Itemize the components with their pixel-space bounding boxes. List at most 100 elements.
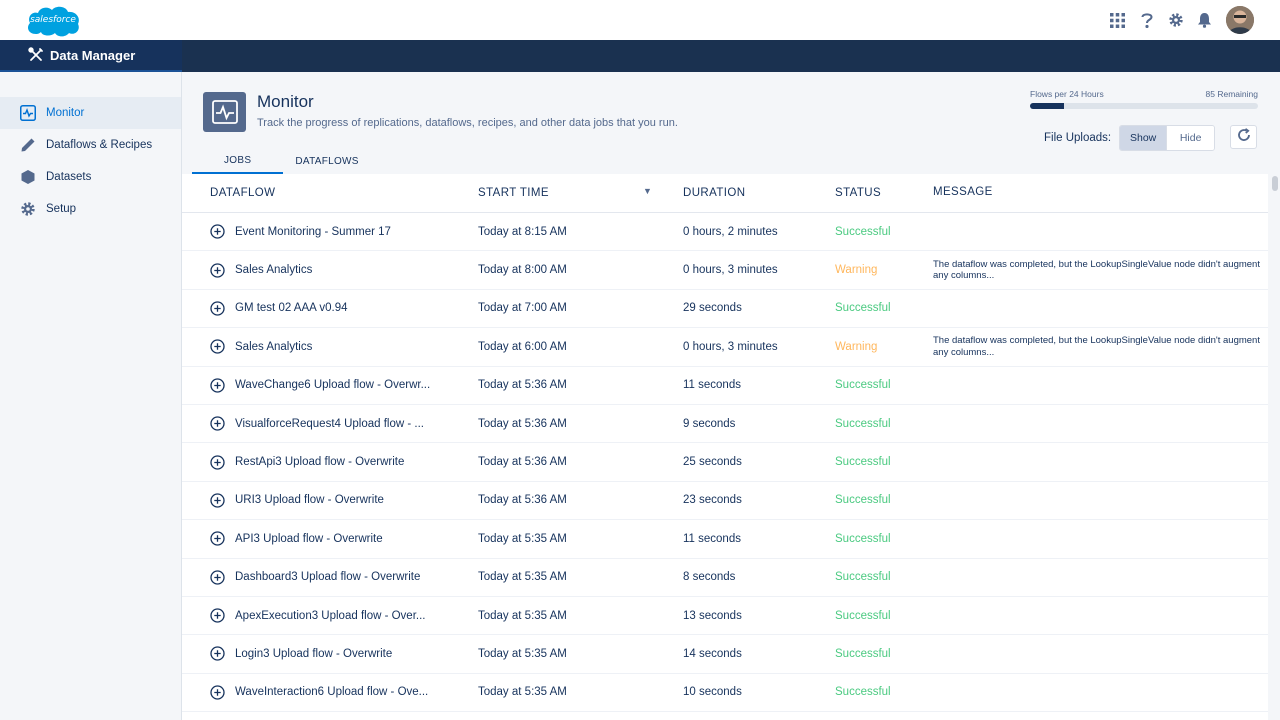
dataflow-name[interactable]: Login3 Upload flow - Overwrite [235, 648, 392, 660]
start-time-cell: Today at 5:35 AM [478, 647, 567, 660]
gear-icon [20, 201, 36, 217]
dataflow-name[interactable]: API3 Upload flow - Overwrite [235, 533, 383, 545]
status-cell: Successful [835, 456, 891, 469]
dataflow-name[interactable]: VisualforceRequest4 Upload flow - ... [235, 418, 424, 430]
dataflow-name[interactable]: GM test 02 AAA v0.94 [235, 302, 348, 314]
expand-icon[interactable] [210, 262, 225, 278]
dataflow-name[interactable]: Sales Analytics [235, 264, 312, 276]
expand-icon[interactable] [210, 224, 225, 239]
status-cell: Successful [835, 571, 891, 584]
dataflow-name[interactable]: RestApi3 Upload flow - Overwrite [235, 456, 404, 468]
table-row[interactable]: WaveChange6 Upload flow - Overwr... Today… [182, 367, 1268, 405]
table-row[interactable]: ApexExecution3 Upload flow - Over... Toda… [182, 597, 1268, 636]
app-switcher[interactable]: Data Manager [0, 40, 182, 72]
table-row[interactable]: Sales Analytics Today at 8:00 AM 0 hours, … [182, 251, 1268, 290]
table-row[interactable]: Login3 Upload flow - Overwrite Today at 5… [182, 635, 1268, 674]
status-cell: Successful [835, 494, 891, 507]
table-header: DATAFLOW START TIME ▼ DURATION STATUS ME… [182, 174, 1268, 213]
sidebar-item-dataflows-recipes[interactable]: Dataflows & Recipes [0, 129, 181, 161]
table-row[interactable]: Event Monitoring - Summer 17 Today at 8:1… [182, 213, 1268, 252]
sidebar-item-setup[interactable]: Setup [0, 193, 181, 225]
sidebar-item-monitor[interactable]: Monitor [0, 97, 181, 129]
expand-icon[interactable] [210, 570, 225, 585]
status-cell: Successful [835, 417, 891, 430]
table-row[interactable]: Dashboard3 Upload flow - Overwrite Today … [182, 559, 1268, 597]
column-header-message[interactable]: MESSAGE [933, 187, 1268, 199]
file-uploads-label: File Uploads: [1044, 132, 1112, 144]
dataflow-name[interactable]: URI3 Upload flow - Overwrite [235, 494, 384, 506]
column-header-dataflow[interactable]: DATAFLOW [182, 187, 478, 199]
app-launcher-icon[interactable] [1103, 5, 1132, 35]
refresh-button[interactable] [1230, 125, 1257, 149]
expand-icon[interactable] [210, 646, 225, 662]
start-time-cell: Today at 5:35 AM [478, 609, 567, 622]
table-row[interactable]: WaveInteraction6 Upload flow - Ove... Tod… [182, 674, 1268, 713]
sidebar-item-label: Monitor [46, 107, 85, 119]
gear-icon[interactable] [1161, 5, 1190, 35]
jobs-table: DATAFLOW START TIME ▼ DURATION STATUS ME… [182, 174, 1268, 720]
expand-icon[interactable] [210, 493, 225, 508]
dataflow-name[interactable]: ApexExecution3 Upload flow - Over... [235, 610, 426, 622]
table-row[interactable]: URI3 Upload flow - Overwrite Today at 5:3… [182, 482, 1268, 521]
quota-progress-fill [1030, 103, 1065, 109]
table-row[interactable]: RestApi3 Upload flow - Overwrite Today at… [182, 443, 1268, 482]
expand-icon[interactable] [210, 608, 225, 623]
show-button[interactable]: Show [1120, 126, 1168, 150]
status-cell: Successful [835, 225, 891, 238]
column-header-status[interactable]: STATUS [835, 187, 933, 199]
dataflow-name[interactable]: Event Monitoring - Summer 17 [235, 226, 391, 238]
tab-jobs[interactable]: JOBS [192, 149, 284, 174]
expand-icon[interactable] [210, 685, 225, 700]
dataflow-cell: API3 Upload flow - Overwrite [182, 531, 478, 546]
column-header-duration[interactable]: DURATION [683, 187, 835, 199]
dataflow-name[interactable]: Sales Analytics [235, 341, 312, 353]
file-uploads-control: File Uploads: Show Hide [1044, 125, 1216, 151]
header-icons [1103, 5, 1254, 35]
expand-icon[interactable] [210, 301, 225, 316]
scrollbar[interactable] [1272, 176, 1278, 191]
duration-cell: 10 seconds [683, 686, 742, 699]
avatar[interactable] [1226, 6, 1254, 34]
monitor-icon [203, 92, 246, 132]
table-row[interactable]: VisualforceRequest4 Upload flow - ... Tod… [182, 405, 1268, 444]
table-row[interactable]: Sales Analytics Today at 6:00 AM 0 hours, … [182, 328, 1268, 367]
status-cell: Successful [835, 647, 891, 660]
column-header-start-time[interactable]: START TIME ▼ [478, 186, 683, 199]
table-row[interactable]: API3 Upload flow - Overwrite Today at 5:3… [182, 520, 1268, 559]
table-row[interactable]: GM test 02 AAA v0.94 Today at 7:00 AM 29 s… [182, 290, 1268, 329]
dataflow-name[interactable]: WaveInteraction6 Upload flow - Ove... [235, 686, 428, 698]
logo-text: salesforce [30, 15, 76, 25]
expand-icon[interactable] [210, 339, 225, 355]
duration-cell: 0 hours, 2 minutes [683, 225, 778, 238]
expand-icon[interactable] [210, 378, 225, 393]
dataflow-name[interactable]: Dashboard3 Upload flow - Overwrite [235, 571, 420, 583]
dataflow-cell: Sales Analytics [182, 339, 478, 355]
status-cell: Successful [835, 609, 891, 622]
status-cell: Successful [835, 532, 891, 545]
status-cell: Successful [835, 302, 891, 315]
start-time-cell: Today at 5:36 AM [478, 456, 567, 469]
sort-desc-icon[interactable]: ▼ [643, 186, 652, 196]
dataflow-cell: Login3 Upload flow - Overwrite [182, 646, 478, 662]
expand-icon[interactable] [210, 416, 225, 431]
status-cell: Successful [835, 379, 891, 392]
tab-dataflows[interactable]: DATAFLOWS [283, 149, 370, 174]
help-icon[interactable] [1132, 5, 1161, 35]
start-time-cell: Today at 5:35 AM [478, 571, 567, 584]
expand-icon[interactable] [210, 454, 225, 470]
duration-cell: 11 seconds [683, 379, 741, 392]
sidebar-item-datasets[interactable]: Datasets [0, 161, 181, 193]
message-cell: The dataflow was completed, but the Look… [933, 335, 1260, 358]
bell-icon[interactable] [1190, 5, 1219, 35]
hide-button[interactable]: Hide [1167, 126, 1215, 150]
quota-remaining: 85 Remaining [1205, 89, 1258, 99]
dataflow-cell: ApexExecution3 Upload flow - Over... [182, 608, 478, 623]
dataflow-cell: URI3 Upload flow - Overwrite [182, 493, 478, 508]
tab-bar: JOBS DATAFLOWS [192, 149, 371, 174]
start-time-cell: Today at 5:36 AM [478, 494, 567, 507]
status-cell: Successful [835, 686, 891, 699]
dataflow-name[interactable]: WaveChange6 Upload flow - Overwr... [235, 379, 430, 391]
expand-icon[interactable] [210, 531, 225, 546]
salesforce-logo[interactable]: salesforce [24, 4, 82, 38]
